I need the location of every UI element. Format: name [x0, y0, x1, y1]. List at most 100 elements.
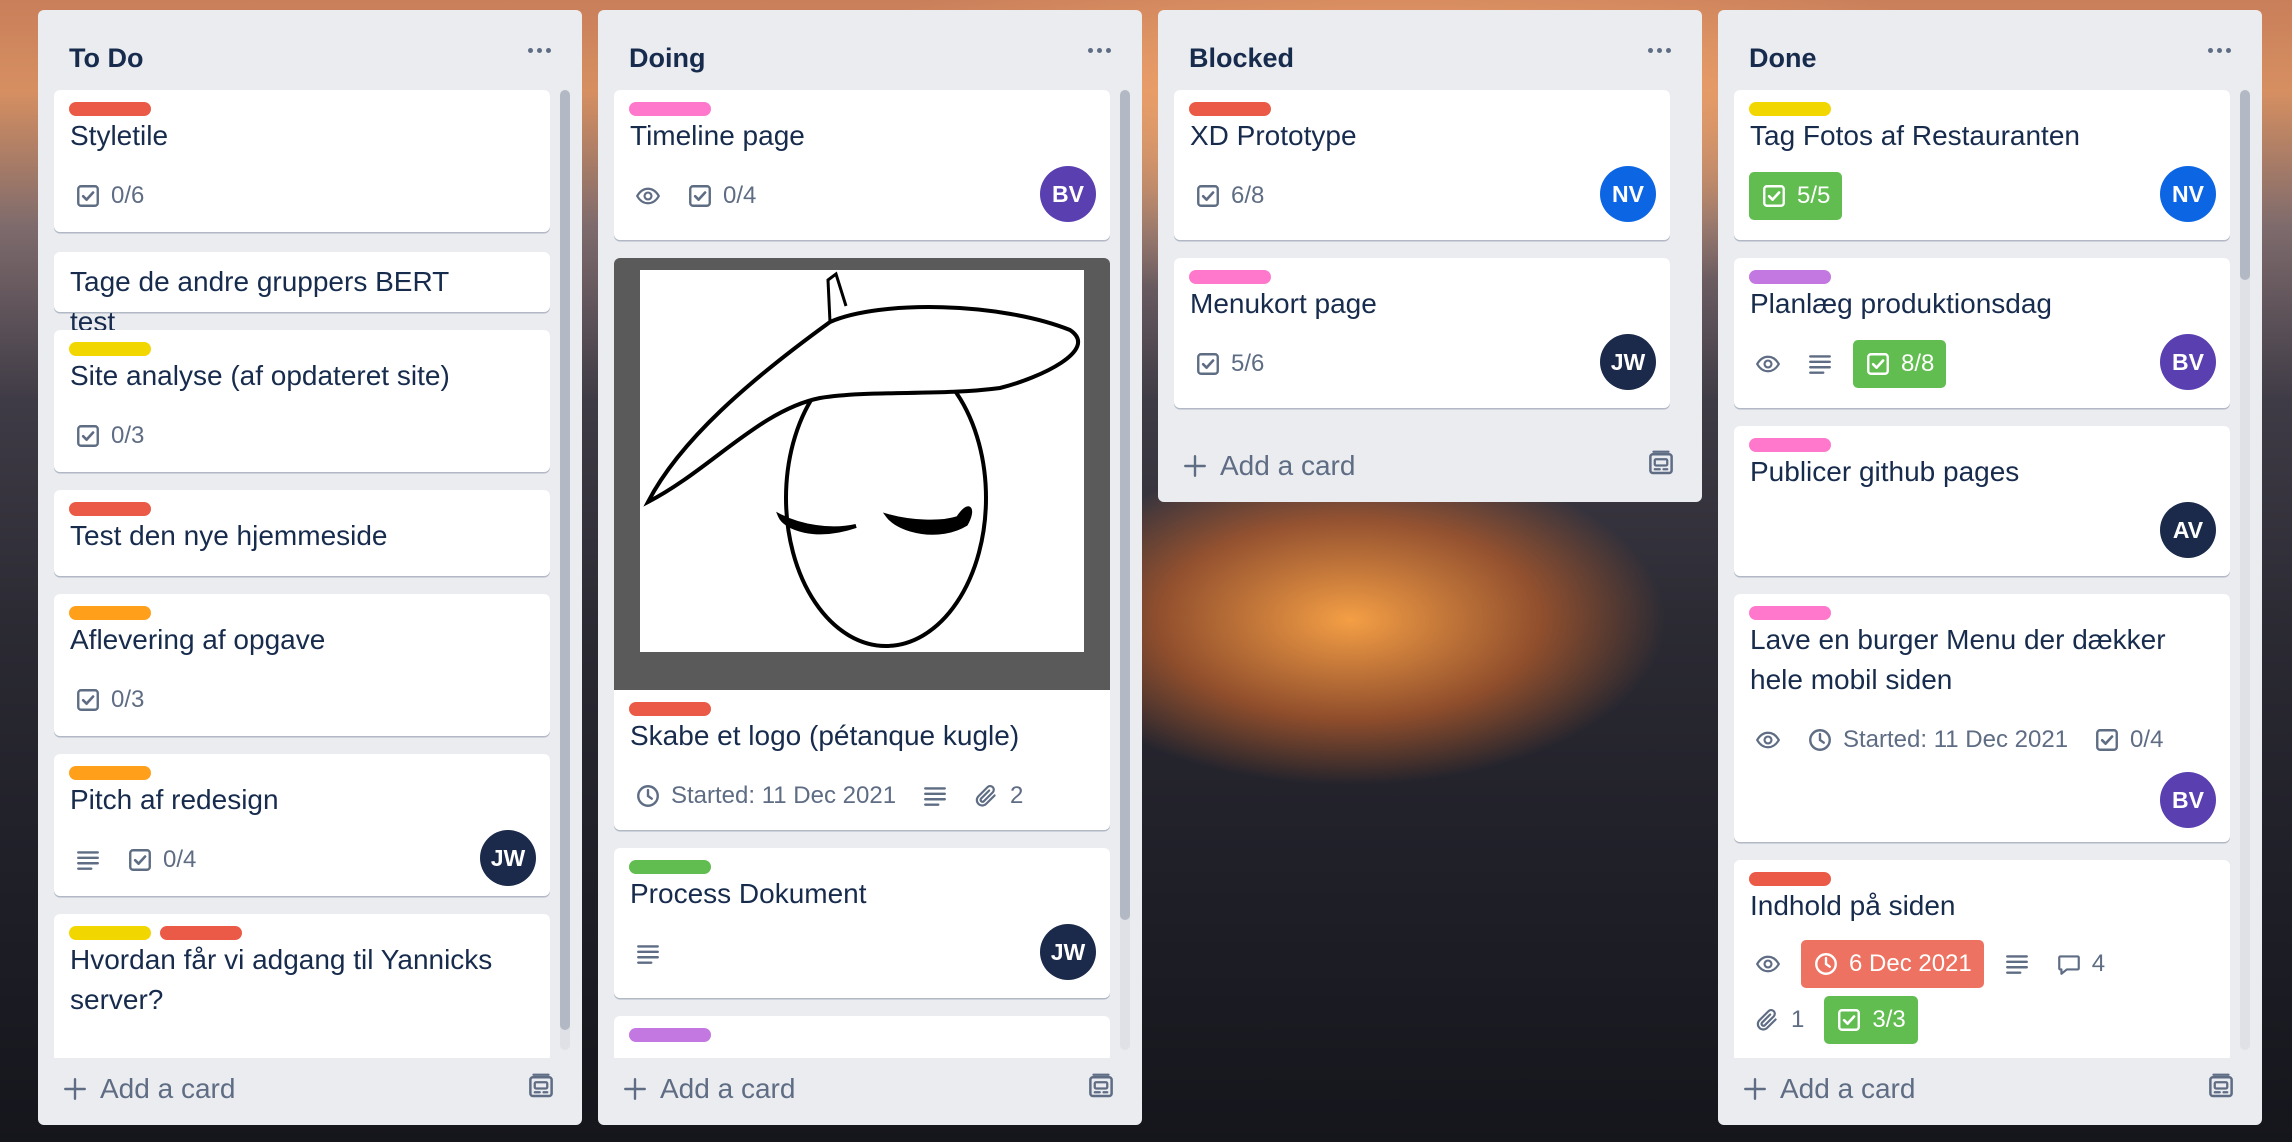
add-card-button[interactable]: Add a card: [62, 1073, 235, 1105]
card[interactable]: Styletile 0/6: [54, 90, 550, 232]
card-container: Tag Fotos af Restauranten 5/5 NV Planlæg…: [1734, 90, 2230, 1058]
description-badge: [916, 774, 954, 818]
card-labels: [69, 102, 151, 116]
description-icon: [635, 941, 661, 967]
scrollbar[interactable]: [2240, 90, 2250, 1050]
start-date-badge: Started: 11 Dec 2021: [1801, 718, 2074, 762]
create-from-template-icon[interactable]: [1086, 1071, 1116, 1101]
list-menu-button[interactable]: [522, 36, 556, 64]
label-orange[interactable]: [69, 606, 151, 620]
label-red[interactable]: [1189, 102, 1271, 116]
label-orange[interactable]: [69, 766, 151, 780]
label-yellow[interactable]: [69, 926, 151, 940]
card[interactable]: Menukort page 5/6 JW: [1174, 258, 1670, 408]
label-purple[interactable]: [629, 1028, 711, 1042]
eye-icon: [1755, 727, 1781, 753]
scrollbar[interactable]: [560, 90, 570, 1050]
list-title[interactable]: Doing: [629, 43, 705, 74]
card[interactable]: Lave en burger Menu der dækker hele mobi…: [1734, 594, 2230, 842]
card[interactable]: Timeline page 0/4 BV: [614, 90, 1110, 240]
watching-badge: [1749, 718, 1787, 762]
avatar[interactable]: JW: [1600, 334, 1656, 390]
label-pink[interactable]: [1189, 270, 1271, 284]
card-badges: 5/5: [1749, 172, 1843, 220]
create-from-template-icon[interactable]: [1646, 448, 1676, 478]
card-badges: 6 Dec 2021 4: [1749, 940, 2111, 988]
card[interactable]: XD Prototype 6/8 NV: [1174, 90, 1670, 240]
list-title[interactable]: To Do: [69, 43, 143, 74]
list-menu-button[interactable]: [2202, 36, 2236, 64]
card[interactable]: Test den nye hjemmeside: [54, 490, 550, 576]
create-from-template-icon[interactable]: [2206, 1071, 2236, 1101]
list-done: Done Tag Fotos af Restauranten 5/5 NV Pl…: [1718, 10, 2262, 1125]
card-labels: [1749, 606, 1831, 620]
checklist-count: 0/3: [111, 686, 145, 713]
list-title[interactable]: Done: [1749, 43, 1817, 74]
label-yellow[interactable]: [1749, 102, 1831, 116]
card-labels: [1189, 102, 1271, 116]
card-title: Publicer github pages: [1750, 456, 2020, 487]
avatar[interactable]: BV: [1040, 166, 1096, 222]
card[interactable]: Hvordan får vi adgang til Yannicks serve…: [54, 914, 550, 1058]
avatar[interactable]: JW: [480, 830, 536, 886]
card-badges: 6/8: [1189, 174, 1270, 218]
card-badges: 0/3: [69, 414, 150, 458]
clock-icon: [635, 783, 661, 809]
checklist-badge: 0/4: [121, 838, 202, 882]
avatar[interactable]: NV: [1600, 166, 1656, 222]
label-red[interactable]: [629, 702, 711, 716]
card-labels: [1749, 270, 1831, 284]
label-pink[interactable]: [629, 102, 711, 116]
description-icon: [1807, 351, 1833, 377]
card[interactable]: Site analyse (af opdateret site) 0/3: [54, 330, 550, 472]
list-menu-button[interactable]: [1642, 36, 1676, 64]
card[interactable]: [614, 1016, 1110, 1058]
add-card-button[interactable]: Add a card: [622, 1073, 795, 1105]
card-badges: Started: 11 Dec 2021 2: [629, 774, 1029, 818]
avatar[interactable]: AV: [2160, 502, 2216, 558]
card[interactable]: Pitch af redesign 0/4 JW: [54, 754, 550, 896]
label-green[interactable]: [629, 860, 711, 874]
list-header: Doing: [598, 10, 1142, 90]
list-title[interactable]: Blocked: [1189, 43, 1294, 74]
card-labels: [1749, 438, 1831, 452]
avatar[interactable]: JW: [1040, 924, 1096, 980]
card-badges: 0/6: [69, 174, 150, 218]
attachment-badge: 1: [1749, 998, 1810, 1042]
scrollbar[interactable]: [1120, 90, 1130, 1050]
checklist-count: 0/4: [2130, 726, 2164, 753]
label-red[interactable]: [1749, 872, 1831, 886]
checklist-badge: 0/3: [69, 678, 150, 722]
avatar[interactable]: BV: [2160, 334, 2216, 390]
card-labels: [1749, 102, 1831, 116]
add-card-button[interactable]: Add a card: [1742, 1073, 1915, 1105]
checklist-icon: [1836, 1007, 1862, 1033]
card[interactable]: Aflevering af opgave 0/3: [54, 594, 550, 736]
label-red[interactable]: [69, 102, 151, 116]
card-labels: [69, 342, 151, 356]
checklist-badge: 0/4: [2088, 718, 2169, 762]
label-purple[interactable]: [1749, 270, 1831, 284]
create-from-template-icon[interactable]: [526, 1071, 556, 1101]
list-menu-button[interactable]: [1082, 36, 1116, 64]
avatar[interactable]: BV: [2160, 772, 2216, 828]
label-pink[interactable]: [1749, 606, 1831, 620]
list-header: Done: [1718, 10, 2262, 90]
card-title: Process Dokument: [630, 878, 867, 909]
add-card-button[interactable]: Add a card: [1182, 450, 1355, 482]
start-date: Started: 11 Dec 2021: [671, 782, 897, 809]
card[interactable]: Tag Fotos af Restauranten 5/5 NV: [1734, 90, 2230, 240]
card[interactable]: Planlæg produktionsdag 8/8 BV: [1734, 258, 2230, 408]
label-yellow[interactable]: [69, 342, 151, 356]
avatar[interactable]: NV: [2160, 166, 2216, 222]
label-red[interactable]: [160, 926, 242, 940]
card[interactable]: Process Dokument JW: [614, 848, 1110, 998]
label-pink[interactable]: [1749, 438, 1831, 452]
card[interactable]: Publicer github pages AV: [1734, 426, 2230, 576]
card[interactable]: Skabe et logo (pétanque kugle) Started: …: [614, 258, 1110, 830]
start-date: Started: 11 Dec 2021: [1843, 726, 2069, 753]
card[interactable]: Indhold på siden 6 Dec 2021 4 1 3/3: [1734, 860, 2230, 1058]
card[interactable]: Tage de andre gruppers BERT test: [54, 252, 550, 337]
label-red[interactable]: [69, 502, 151, 516]
description-badge: [1998, 942, 2036, 986]
